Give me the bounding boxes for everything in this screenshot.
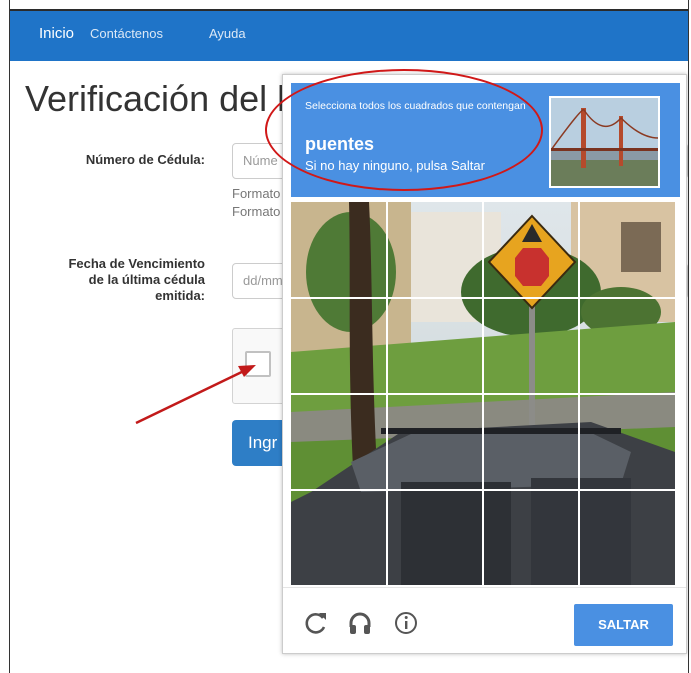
grid-divider: [291, 297, 675, 299]
challenge-image-grid[interactable]: [291, 202, 675, 585]
nav-contactenos[interactable]: Contáctenos: [90, 26, 163, 41]
cedula-help-2: Formato: [232, 204, 281, 219]
reload-icon[interactable]: [303, 610, 329, 636]
challenge-footer: SALTAR: [283, 587, 686, 654]
nav-inicio[interactable]: Inicio: [39, 25, 74, 42]
fecha-placeholder: dd/mm: [243, 273, 283, 288]
page-title: Verificación del l: [25, 78, 286, 119]
audio-icon[interactable]: [347, 610, 373, 636]
bridge-example-image: [549, 96, 660, 188]
navbar: Inicio Contáctenos Ayuda: [10, 9, 688, 61]
cedula-label: Número de Cédula:: [85, 152, 205, 167]
fecha-label: Fecha de Vencimiento de la última cédula…: [40, 256, 205, 304]
info-icon[interactable]: [393, 610, 419, 636]
cedula-placeholder: Núme: [243, 153, 278, 168]
nav-ayuda[interactable]: Ayuda: [209, 26, 246, 41]
cedula-help-1: Formato: [232, 186, 281, 201]
annotation-highlight-oval: [265, 69, 543, 191]
fecha-label-line-1: Fecha de Vencimiento: [68, 256, 205, 271]
fecha-label-line-3: emitida:: [155, 288, 205, 303]
grid-divider: [291, 393, 675, 395]
skip-button[interactable]: SALTAR: [574, 604, 673, 646]
grid-divider: [291, 489, 675, 491]
fecha-label-line-2: de la última cédula: [88, 272, 205, 287]
